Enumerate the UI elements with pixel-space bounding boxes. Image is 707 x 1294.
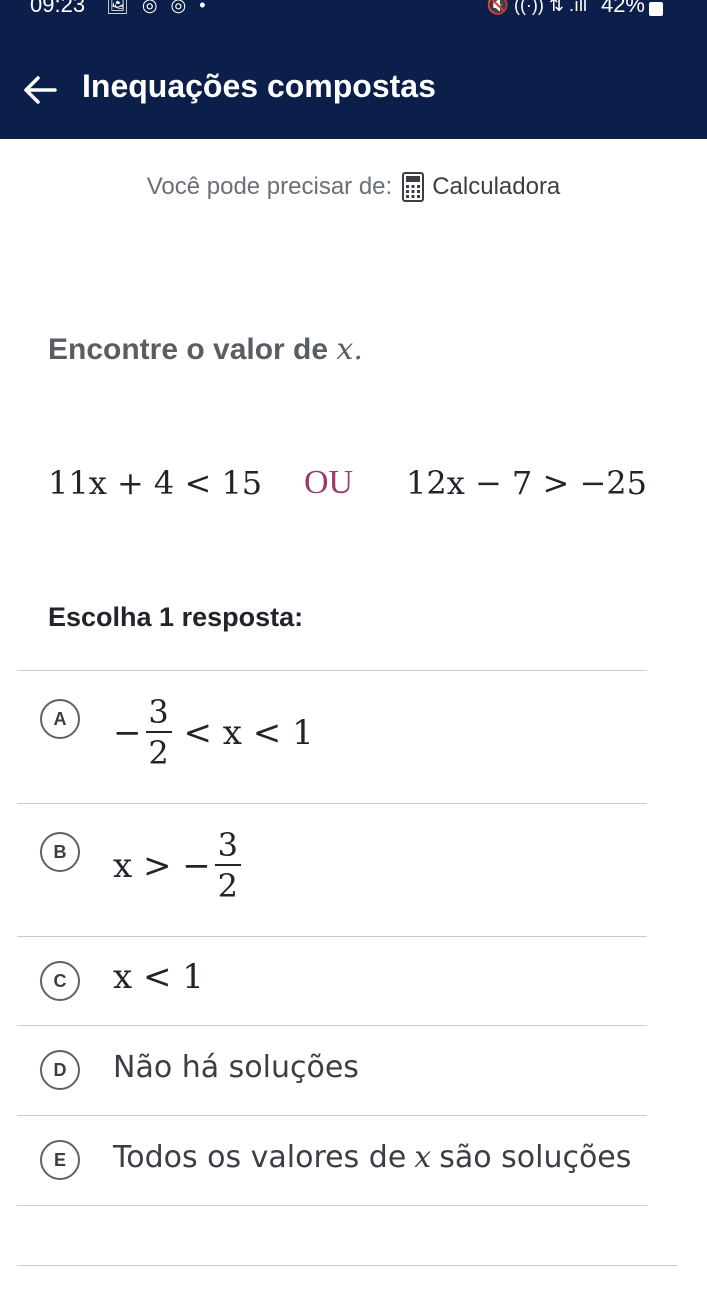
- status-time: 09:23: [30, 0, 86, 17]
- option-letter-d: D: [40, 1050, 80, 1090]
- calculator-label: Calculadora: [432, 173, 561, 200]
- page-title: Inequações compostas: [82, 68, 436, 104]
- prompt-variable: x: [336, 332, 354, 367]
- calculator-link[interactable]: Calculadora: [402, 172, 560, 202]
- answer-options: A − 3 2 < x < 1 B x > − 3 2 C x < 1 D Nã…: [17, 670, 647, 1206]
- option-b-head: x > −: [113, 846, 211, 886]
- option-e-variable: x: [414, 1140, 432, 1175]
- fraction-numerator: 3: [148, 693, 169, 731]
- fraction-denominator: 2: [148, 734, 169, 772]
- option-b-fraction: 3 2: [214, 826, 241, 906]
- option-letter-e: E: [40, 1140, 80, 1180]
- option-a-minus: −: [113, 713, 142, 753]
- option-a-fraction: 3 2: [145, 693, 172, 773]
- option-e-text-before: Todos os valores de: [113, 1140, 407, 1175]
- fraction-denominator: 2: [217, 867, 238, 905]
- prompt-period: .: [353, 332, 363, 367]
- option-e-text: Todos os valores de x são soluções: [113, 1140, 631, 1175]
- battery-icon: [649, 2, 663, 16]
- footer-divider: [17, 1265, 677, 1266]
- hint-prefix: Você pode precisar de:: [146, 173, 393, 200]
- option-d[interactable]: D Não há soluções: [17, 1025, 647, 1115]
- app-bar: Inequações compostas: [0, 22, 707, 139]
- option-c[interactable]: C x < 1: [17, 936, 647, 1025]
- choose-label: Escolha 1 resposta:: [48, 602, 304, 632]
- system-icons: 🔇 ((·)) ⇅ .ıll: [486, 0, 587, 15]
- option-letter-a: A: [40, 699, 80, 739]
- option-e[interactable]: E Todos os valores de x são soluções: [17, 1115, 647, 1206]
- tools-hint: Você pode precisar de: Calculadora: [0, 172, 707, 202]
- option-a-expression: − 3 2 < x < 1: [113, 693, 314, 773]
- option-d-text: Não há soluções: [113, 1050, 359, 1085]
- or-connector: OU: [304, 464, 354, 501]
- question-prompt: Encontre o valor de x.: [48, 332, 363, 367]
- back-arrow-icon: [24, 76, 57, 104]
- option-a[interactable]: A − 3 2 < x < 1: [17, 670, 647, 803]
- status-bar: 09:23 🖼 ◎ ◎ • 🔇 ((·)) ⇅ .ıll 42%: [0, 0, 707, 22]
- prompt-text: Encontre o valor de: [48, 333, 329, 366]
- back-button[interactable]: [18, 68, 62, 112]
- calculator-icon: [402, 172, 425, 202]
- right-inequality: 12x − 7 > −25: [406, 464, 647, 502]
- battery-level: 42%: [600, 0, 645, 17]
- option-a-tail: < x < 1: [183, 713, 314, 753]
- option-letter-c: C: [40, 961, 80, 1001]
- left-inequality: 11x + 4 < 15: [48, 464, 263, 502]
- option-e-text-after: são soluções: [439, 1140, 632, 1175]
- option-letter-b: B: [40, 832, 80, 872]
- option-b-expression: x > − 3 2: [113, 826, 245, 906]
- option-c-expression: x < 1: [113, 957, 204, 997]
- option-b[interactable]: B x > − 3 2: [17, 803, 647, 936]
- compound-inequality: 11x + 4 < 15 OU 12x − 7 > −25: [48, 464, 668, 514]
- fraction-numerator: 3: [217, 826, 238, 864]
- notification-icons: 🖼 ◎ ◎ •: [106, 0, 210, 15]
